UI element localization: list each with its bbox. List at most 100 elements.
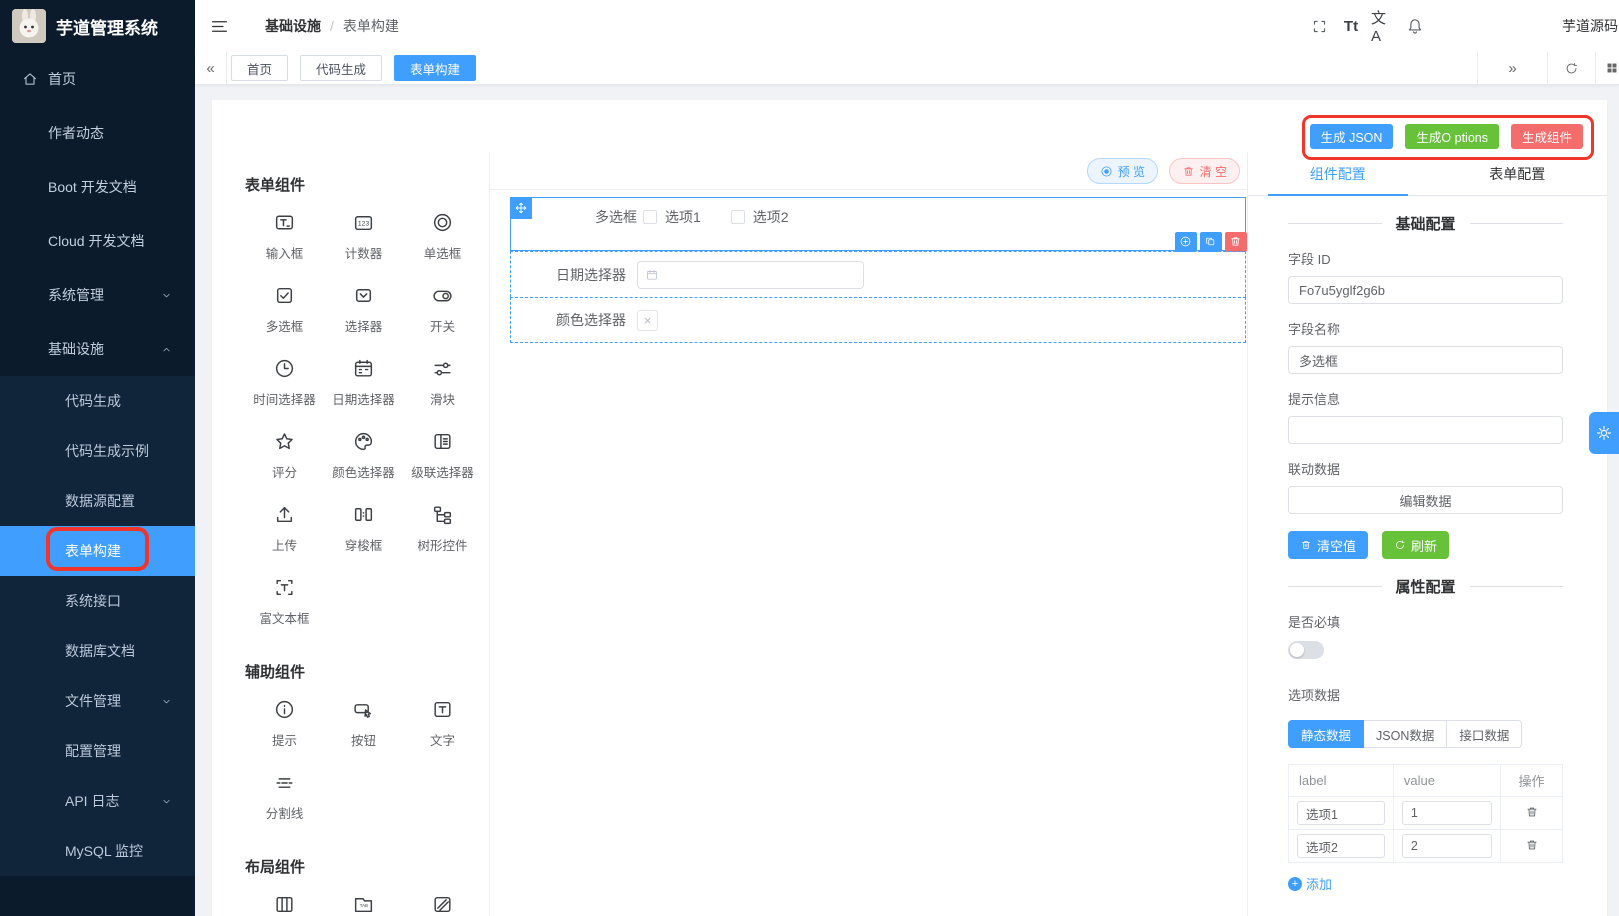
field-name-input[interactable] <box>1288 346 1563 374</box>
widget-date-picker[interactable]: 日期选择器 <box>510 251 1246 297</box>
hamburger-icon[interactable] <box>210 17 229 36</box>
palette-item-radio[interactable]: 单选框 <box>403 211 482 262</box>
clear-value-button[interactable]: 清空值 <box>1288 531 1368 559</box>
sidebar-item[interactable]: Cloud 开发文档 <box>0 214 195 268</box>
settings-gear-button[interactable] <box>1589 412 1619 454</box>
sidebar-subitem[interactable]: 表单构建 <box>0 526 195 576</box>
sidebar-subitem[interactable]: 配置管理 <box>0 726 195 776</box>
palette-item-spacing[interactable]: 间距 <box>403 893 482 916</box>
option-label-input[interactable] <box>1297 834 1385 858</box>
clear-canvas-button[interactable]: 清 空 <box>1169 158 1240 184</box>
checkbox-option-1[interactable]: 选项1 <box>643 207 701 227</box>
date-input[interactable] <box>637 261 864 289</box>
card-toolbar: 生成 JSON 生成O ptions 生成组件 <box>212 100 1607 152</box>
seg-static-data[interactable]: 静态数据 <box>1288 720 1364 748</box>
palette-item-time[interactable]: 时间选择器 <box>245 357 324 408</box>
palette-item-checkbox[interactable]: 多选框 <box>245 284 324 335</box>
generate-component-button[interactable]: 生成组件 <box>1511 124 1583 149</box>
option-value-input[interactable] <box>1402 801 1492 825</box>
widget-delete-button[interactable] <box>1225 232 1247 252</box>
palette-item-input[interactable]: 输入框 <box>245 211 324 262</box>
palette-item-slider[interactable]: 滑块 <box>403 357 482 408</box>
table-row <box>1289 797 1563 830</box>
checkbox-option-2[interactable]: 选项2 <box>731 207 789 227</box>
sidebar-subitem[interactable]: 代码生成 <box>0 376 195 426</box>
tags-bar-tab[interactable]: 首页 <box>231 55 288 81</box>
layout-grid-icon[interactable] <box>1595 52 1619 84</box>
palette-item-transfer[interactable]: 穿梭框 <box>324 503 403 554</box>
drag-handle-icon[interactable] <box>510 197 532 219</box>
field-id-input[interactable] <box>1288 276 1563 304</box>
language-icon[interactable]: 文A <box>1371 14 1395 38</box>
sidebar-subitem[interactable]: 代码生成示例 <box>0 426 195 476</box>
palette-item-date[interactable]: 日期选择器 <box>324 357 403 408</box>
sidebar-item[interactable]: 首页 <box>0 52 195 106</box>
palette-item-divider[interactable]: 分割线 <box>245 771 324 822</box>
sidebar-item[interactable]: Boot 开发文档 <box>0 160 195 214</box>
add-option-link[interactable]: + 添加 <box>1288 874 1332 893</box>
tab-form-config[interactable]: 表单配置 <box>1428 152 1608 195</box>
palette-item-label: 提示 <box>272 730 297 749</box>
sidebar-item[interactable]: 作者动态 <box>0 106 195 160</box>
tags-forward-icon[interactable]: » <box>1477 52 1547 84</box>
palette-item-cascader[interactable]: 级联选择器 <box>403 430 482 481</box>
widget-color-picker[interactable]: 颜色选择器 × <box>510 297 1246 343</box>
color-picker-swatch[interactable]: × <box>637 310 658 331</box>
hint-input[interactable] <box>1288 416 1563 444</box>
vendor-link[interactable]: 芋道源码 <box>1562 0 1618 52</box>
palette-item-select[interactable]: 选择器 <box>324 284 403 335</box>
palette-item-text[interactable]: 文字 <box>403 698 482 749</box>
seg-json-data[interactable]: JSON数据 <box>1364 720 1447 748</box>
generate-options-button[interactable]: 生成O ptions <box>1405 124 1499 149</box>
generate-json-button[interactable]: 生成 JSON <box>1310 124 1394 149</box>
fullscreen-icon[interactable] <box>1307 14 1331 38</box>
palette-item-button[interactable]: 按钮 <box>324 698 403 749</box>
palette-item-counter[interactable]: 123计数器 <box>324 211 403 262</box>
sidebar-subitem[interactable]: 系统接口 <box>0 576 195 626</box>
palette-item-tree[interactable]: 树形控件 <box>403 503 482 554</box>
palette-item-star[interactable]: 评分 <box>245 430 324 481</box>
delete-row-icon[interactable] <box>1525 838 1539 852</box>
sidebar-menu: 首页作者动态Boot 开发文档Cloud 开发文档系统管理基础设施代码生成代码生… <box>0 52 195 876</box>
palette-item-upload[interactable]: 上传 <box>245 503 324 554</box>
palette-item-palette[interactable]: 颜色选择器 <box>324 430 403 481</box>
refresh-value-button[interactable]: 刷新 <box>1382 531 1449 559</box>
sidebar-subitem[interactable]: 数据源配置 <box>0 476 195 526</box>
font-size-icon[interactable]: Tt <box>1339 14 1363 38</box>
sidebar-subitem[interactable]: 文件管理 <box>0 676 195 726</box>
widget-checkbox-group[interactable]: 多选框 选项1 选项2 <box>510 197 1246 251</box>
sidebar-item[interactable]: 基础设施 <box>0 322 195 376</box>
tags-bar-tab[interactable]: 表单构建 <box>394 55 476 81</box>
sidebar-item[interactable]: 系统管理 <box>0 268 195 322</box>
bell-icon[interactable] <box>1403 14 1427 38</box>
input-icon <box>273 211 296 234</box>
config-body: 基础配置 字段 ID 字段名称 提示信息 联动数据 编辑数据 清空值 <box>1248 196 1607 916</box>
seg-api-data[interactable]: 接口数据 <box>1447 720 1522 748</box>
breadcrumb-section[interactable]: 基础设施 <box>265 16 321 36</box>
sidebar-subitem[interactable]: MySQL 监控 <box>0 826 195 876</box>
palette-item-tabpage[interactable]: TAB标签页 <box>324 893 403 916</box>
palette-item-richtext[interactable]: 富文本框 <box>245 576 324 627</box>
option-value-input[interactable] <box>1402 834 1492 858</box>
required-toggle[interactable] <box>1288 641 1324 659</box>
palette-item-gridlayout[interactable]: 栅格布局 <box>245 893 324 916</box>
refresh-icon[interactable] <box>1547 52 1595 84</box>
col-actions: 操作 <box>1501 765 1563 797</box>
tags-back-icon[interactable]: « <box>195 52 227 84</box>
tags-bar-tab[interactable]: 代码生成 <box>300 55 382 81</box>
tab-component-config[interactable]: 组件配置 <box>1248 152 1428 195</box>
palette-item-switch[interactable]: 开关 <box>403 284 482 335</box>
palette-item-info[interactable]: 提示 <box>245 698 324 749</box>
top-header: 基础设施 / 表单构建 Tt 文A 芋道源码 <box>195 0 1619 52</box>
checkbox-icon[interactable] <box>731 210 745 224</box>
sidebar-subitem[interactable]: API 日志 <box>0 776 195 826</box>
delete-row-icon[interactable] <box>1525 805 1539 819</box>
checkbox-icon[interactable] <box>643 210 657 224</box>
edit-data-button[interactable]: 编辑数据 <box>1288 486 1563 514</box>
widget-add-button[interactable] <box>1175 232 1197 252</box>
option-label-input[interactable] <box>1297 801 1385 825</box>
sidebar-subitem[interactable]: 数据库文档 <box>0 626 195 676</box>
preview-button[interactable]: 预 览 <box>1087 158 1158 184</box>
app-logo[interactable]: 芋道管理系统 <box>0 0 195 52</box>
widget-copy-button[interactable] <box>1200 232 1222 252</box>
